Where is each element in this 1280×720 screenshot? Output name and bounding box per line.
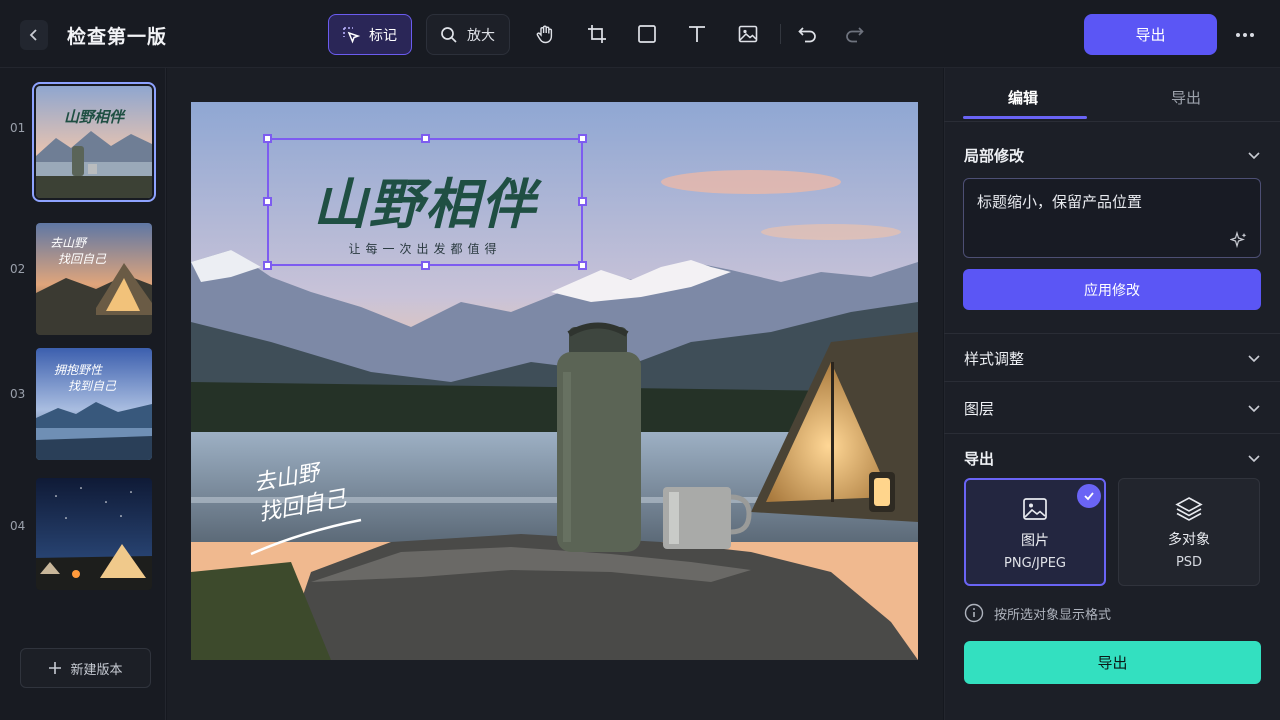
resize-handle-tr[interactable]	[578, 134, 587, 143]
thumbnail-image	[36, 86, 152, 198]
version-thumbnail-03[interactable]: 拥抱野性 找到自己	[36, 348, 152, 460]
version-number: 02	[10, 262, 26, 276]
local-edit-title: 局部修改	[964, 147, 1025, 165]
more-dot-icon	[1236, 33, 1240, 37]
chevron-down-icon[interactable]	[1247, 148, 1261, 162]
resize-handle-right[interactable]	[578, 197, 587, 206]
title-text-selection[interactable]: 山野相伴 让每一次出发都值得	[263, 134, 587, 270]
plus-icon	[49, 662, 62, 674]
redo-button[interactable]	[842, 22, 866, 46]
tab-export[interactable]: 导出	[1171, 87, 1201, 108]
edit-prompt-input[interactable]: 标题缩小，保留产品位置	[963, 178, 1261, 258]
new-version-label: 新建版本	[70, 662, 123, 678]
chevron-left-icon	[29, 29, 37, 41]
text-icon	[689, 26, 705, 42]
tab-edit[interactable]: 编辑	[1008, 87, 1038, 108]
poster-headline[interactable]: 山野相伴	[269, 160, 581, 239]
rectangle-tool-button[interactable]	[635, 22, 659, 46]
chevron-down-icon[interactable]	[1247, 451, 1261, 465]
crop-tool-button[interactable]	[585, 22, 609, 46]
resize-handle-bl[interactable]	[263, 261, 272, 270]
ai-sparkle-icon[interactable]	[1230, 231, 1248, 249]
thumbnail-title: 山野相伴	[63, 108, 124, 126]
selected-check-icon	[1077, 484, 1101, 508]
chevron-down-icon[interactable]	[1247, 401, 1261, 415]
more-dot-icon	[1250, 33, 1254, 37]
undo-button[interactable]	[796, 22, 820, 46]
redo-icon	[846, 27, 864, 43]
resize-handle-tl[interactable]	[263, 134, 272, 143]
thumbnail-caption: 去山野	[50, 236, 87, 250]
toolbar-divider	[780, 24, 781, 44]
chevron-down-icon[interactable]	[1247, 351, 1261, 365]
layers-icon	[1175, 497, 1203, 521]
resize-handle-br[interactable]	[578, 261, 587, 270]
more-options-button[interactable]	[1232, 22, 1258, 48]
resize-handle-bottom[interactable]	[421, 261, 430, 270]
hand-icon	[536, 25, 553, 44]
style-adjust-title[interactable]: 样式调整	[964, 348, 1024, 369]
tabs-divider	[944, 121, 1280, 122]
thumbnail-caption: 找到自己	[68, 379, 117, 393]
poster-subline[interactable]: 让每一次出发都值得	[269, 240, 581, 257]
thumbnail-image	[36, 478, 152, 590]
format-option-multi[interactable]: 多对象 PSD	[1118, 478, 1260, 586]
mark-tool-button[interactable]: 标记	[328, 14, 412, 55]
zoom-tool-button[interactable]: 放大	[426, 14, 510, 55]
image-icon	[738, 25, 758, 43]
undo-icon	[798, 27, 816, 43]
format-image-label: 图片	[1021, 533, 1049, 549]
thumbnail-caption: 找回自己	[58, 252, 107, 266]
export-top-button[interactable]: 导出	[1084, 14, 1217, 55]
crop-icon	[588, 25, 606, 43]
image-tool-button[interactable]	[736, 22, 760, 46]
active-tab-indicator	[963, 116, 1087, 119]
export-button[interactable]: 导出	[964, 641, 1261, 684]
apply-edit-button[interactable]: 应用修改	[963, 269, 1261, 310]
rectangle-icon	[638, 25, 656, 43]
version-number: 01	[10, 121, 26, 135]
search-icon	[441, 26, 457, 43]
version-thumbnail-02[interactable]: 去山野 找回自己	[36, 223, 152, 335]
version-number: 04	[10, 519, 26, 533]
back-button[interactable]	[20, 20, 48, 50]
new-version-button[interactable]: 新建版本	[20, 648, 151, 688]
export-hint-text: 按所选对象显示格式	[994, 607, 1112, 623]
zoom-tool-label: 放大	[467, 27, 495, 44]
version-thumbnail-04[interactable]	[36, 478, 152, 590]
page-title: 检查第一版	[67, 26, 168, 48]
top-toolbar: 检查第一版 标记 放大 导出	[0, 0, 1280, 68]
mark-cursor-icon	[343, 26, 361, 44]
format-multi-label: 多对象	[1168, 532, 1210, 548]
image-icon	[1023, 498, 1047, 520]
section-divider	[944, 381, 1280, 382]
resize-handle-left[interactable]	[263, 197, 272, 206]
thumbnail-caption: 拥抱野性	[54, 363, 103, 377]
mark-tool-label: 标记	[369, 27, 397, 44]
section-divider	[944, 433, 1280, 434]
export-hint: 按所选对象显示格式	[964, 603, 1111, 623]
info-icon	[964, 603, 984, 623]
more-dot-icon	[1243, 33, 1247, 37]
layers-title[interactable]: 图层	[964, 398, 994, 419]
version-sidebar: 01 02 03 04 山野相伴 去山野 找回自己 拥抱野性 找到自己 新建版本	[0, 68, 166, 720]
version-thumbnail-01[interactable]: 山野相伴	[32, 82, 156, 202]
resize-handle-top[interactable]	[421, 134, 430, 143]
hand-tool-button[interactable]	[534, 22, 558, 46]
format-image-type: PNG/JPEG	[1004, 556, 1066, 571]
export-section-title: 导出	[964, 450, 995, 468]
version-number: 03	[10, 387, 26, 401]
text-tool-button[interactable]	[685, 22, 709, 46]
section-divider	[944, 333, 1280, 334]
format-multi-type: PSD	[1175, 555, 1203, 570]
